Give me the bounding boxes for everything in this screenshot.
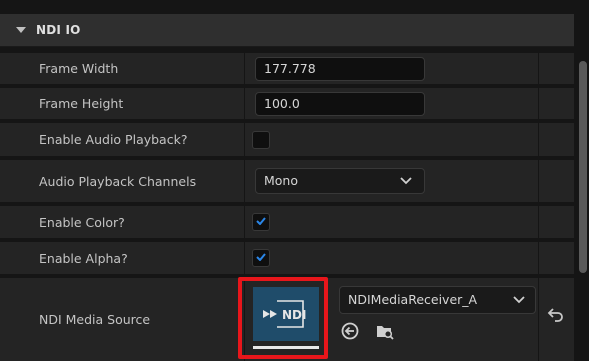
property-row-enable-color: Enable Color? (0, 206, 574, 240)
media-source-asset-value: NDIMediaReceiver_A (348, 292, 478, 307)
label-cell: Audio Playback Channels (0, 160, 245, 202)
label-cell: Frame Width (0, 53, 245, 84)
label-cell: NDI Media Source (0, 278, 245, 361)
ndi-media-source-label: NDI Media Source (39, 312, 151, 327)
section-header-ndi-io[interactable]: NDI IO (0, 14, 574, 47)
enable-audio-playback-label: Enable Audio Playback? (39, 132, 188, 147)
chevron-down-icon (400, 177, 412, 185)
label-cell: Enable Audio Playback? (0, 123, 245, 156)
reset-cell (540, 206, 574, 238)
checkmark-icon (256, 217, 266, 225)
audio-playback-channels-dropdown[interactable]: Mono (255, 168, 425, 194)
enable-color-checkbox[interactable] (252, 213, 270, 231)
reset-cell (540, 242, 574, 274)
enable-color-label: Enable Color? (39, 214, 125, 230)
frame-width-input[interactable]: 177.778 (255, 56, 425, 81)
highlight-box (238, 277, 328, 359)
enable-alpha-checkbox[interactable] (252, 249, 270, 267)
caret-down-icon[interactable] (16, 27, 26, 33)
audio-channels-value: Mono (264, 173, 299, 188)
value-cell: 100.0 (246, 88, 539, 119)
property-row-frame-height: Frame Height 100.0 (0, 88, 574, 121)
reset-cell (540, 123, 574, 156)
property-row-enable-audio-playback: Enable Audio Playback? (0, 123, 574, 158)
frame-height-input[interactable]: 100.0 (255, 91, 425, 116)
chevron-down-icon (513, 296, 525, 304)
section-title: NDI IO (36, 23, 81, 37)
property-row-frame-width: Frame Width 177.778 (0, 53, 574, 86)
frame-height-label: Frame Height (39, 96, 124, 111)
enable-audio-playback-checkbox[interactable] (252, 130, 270, 149)
value-cell: Mono (246, 160, 539, 202)
reset-arrow-icon[interactable] (546, 308, 564, 324)
value-cell (246, 242, 539, 274)
label-cell: Enable Color? (0, 206, 245, 238)
scrollbar-thumb[interactable] (579, 61, 587, 273)
media-source-asset-dropdown[interactable]: NDIMediaReceiver_A (339, 286, 536, 314)
property-row-enable-alpha: Enable Alpha? (0, 242, 574, 276)
browse-folder-icon[interactable] (375, 321, 395, 341)
reset-cell (540, 88, 574, 119)
label-cell: Frame Height (0, 88, 245, 119)
reset-cell (540, 278, 574, 361)
details-panel: NDI IO Frame Width 177.778 Frame Height … (0, 0, 589, 361)
label-cell: Enable Alpha? (0, 242, 245, 274)
enable-alpha-label: Enable Alpha? (39, 250, 128, 266)
reset-cell (540, 53, 574, 84)
value-cell (246, 206, 539, 238)
value-cell (246, 123, 539, 156)
reset-cell (540, 160, 574, 202)
frame-width-label: Frame Width (39, 61, 119, 76)
value-cell: 177.778 (246, 53, 539, 84)
property-row-audio-playback-channels: Audio Playback Channels Mono (0, 160, 574, 204)
checkmark-icon (256, 253, 266, 261)
audio-playback-channels-label: Audio Playback Channels (39, 173, 197, 189)
use-selected-arrow-icon[interactable] (340, 321, 360, 341)
